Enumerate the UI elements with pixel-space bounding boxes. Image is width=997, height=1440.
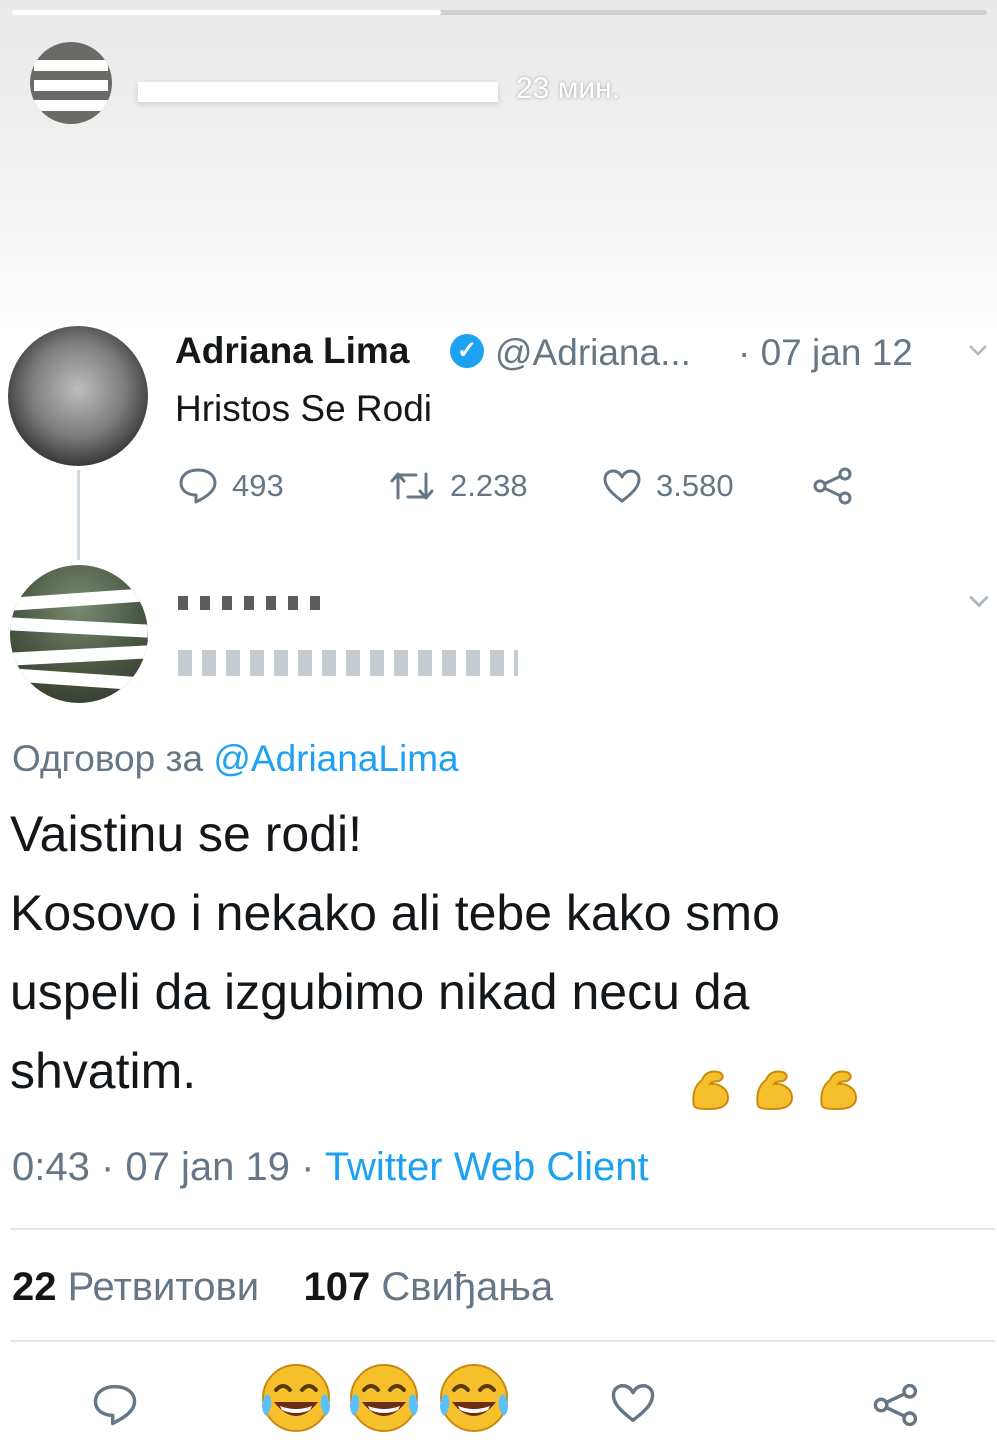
reply-author-handle-censored bbox=[178, 650, 518, 676]
reply-text: Vaistinu se rodi! Kosovo i nekako ali te… bbox=[10, 795, 995, 1111]
censor-bar bbox=[10, 668, 148, 691]
retweets-label[interactable]: Ретвитови bbox=[68, 1265, 259, 1309]
share-icon[interactable] bbox=[872, 1382, 920, 1428]
censor-bar bbox=[34, 100, 108, 111]
tweet-date[interactable]: · 07 jan 12 bbox=[738, 332, 913, 374]
face-with-tears-of-joy-icon bbox=[262, 1364, 330, 1432]
chevron-down-icon[interactable] bbox=[968, 590, 990, 612]
reply-to-label: Одговор за bbox=[12, 738, 204, 779]
verified-badge-icon: ✓ bbox=[450, 334, 484, 368]
flexed-biceps-icon bbox=[820, 1070, 858, 1111]
heart-icon bbox=[603, 469, 641, 503]
flexed-biceps-icon bbox=[692, 1070, 730, 1111]
reply-text-line: Kosovo i nekako ali tebe kako smo bbox=[10, 885, 780, 941]
censor-bar bbox=[34, 60, 108, 71]
reply-to-mention[interactable]: @AdrianaLima bbox=[213, 738, 458, 779]
censor-bar bbox=[10, 588, 148, 611]
divider bbox=[10, 1228, 995, 1230]
retweet-count: 2.238 bbox=[450, 468, 528, 503]
share-action[interactable] bbox=[812, 466, 854, 506]
face-with-tears-of-joy-icon bbox=[350, 1364, 418, 1432]
thread-line bbox=[77, 470, 80, 560]
tweet-avatar[interactable] bbox=[8, 326, 148, 466]
likes-label[interactable]: Свиђања bbox=[381, 1265, 553, 1309]
tweet-author-name[interactable]: Adriana Lima bbox=[175, 330, 409, 372]
censor-bar bbox=[34, 80, 108, 91]
story-progress-fill bbox=[12, 10, 441, 15]
likes-count[interactable]: 107 bbox=[304, 1265, 371, 1309]
face-with-tears-of-joy-icon bbox=[440, 1364, 508, 1432]
reply-timestamp[interactable]: 0:43 · 07 jan 19 · bbox=[12, 1145, 314, 1189]
reply-text-line: Vaistinu se rodi! bbox=[10, 806, 363, 862]
story-progress-bar bbox=[12, 10, 987, 15]
story-avatar[interactable] bbox=[30, 42, 112, 124]
reply-to-line: Одговор за @AdrianaLima bbox=[12, 738, 459, 780]
retweet-action[interactable]: 2.238 bbox=[388, 466, 528, 506]
reply-action[interactable]: 493 bbox=[178, 466, 284, 506]
like-count: 3.580 bbox=[656, 468, 734, 503]
divider bbox=[10, 1340, 995, 1342]
story-username-censored bbox=[138, 82, 498, 102]
tweet-text: Hristos Se Rodi bbox=[175, 388, 433, 429]
retweets-count[interactable]: 22 bbox=[12, 1265, 57, 1309]
reply-source-link[interactable]: Twitter Web Client bbox=[325, 1145, 649, 1189]
like-action[interactable]: 3.580 bbox=[602, 466, 734, 506]
reply-meta: 0:43 · 07 jan 19 · Twitter Web Client bbox=[12, 1145, 649, 1190]
reply-text-line: uspeli da izgubimo nikad necu da bbox=[10, 964, 750, 1020]
tweet-author-handle[interactable]: @Adriana... bbox=[495, 332, 691, 374]
story-time: 23 мин. bbox=[516, 72, 620, 105]
reply-icon[interactable] bbox=[92, 1382, 138, 1428]
reply-emoji-row bbox=[688, 1066, 862, 1112]
chevron-down-icon[interactable] bbox=[968, 340, 988, 360]
reply-avatar[interactable] bbox=[10, 565, 148, 703]
speech-bubble-icon bbox=[179, 468, 217, 504]
censor-bar bbox=[10, 645, 148, 666]
reply-author-name-censored bbox=[178, 596, 328, 610]
heart-icon[interactable] bbox=[610, 1382, 656, 1424]
story-header: 23 мин. bbox=[0, 0, 997, 330]
flexed-biceps-icon bbox=[756, 1070, 794, 1111]
censor-bar bbox=[10, 617, 148, 638]
retweet-icon bbox=[390, 472, 434, 500]
share-icon bbox=[813, 467, 852, 505]
reply-count: 493 bbox=[232, 468, 284, 503]
reply-stats: 22 Ретвитови 107 Свиђања bbox=[12, 1265, 553, 1310]
